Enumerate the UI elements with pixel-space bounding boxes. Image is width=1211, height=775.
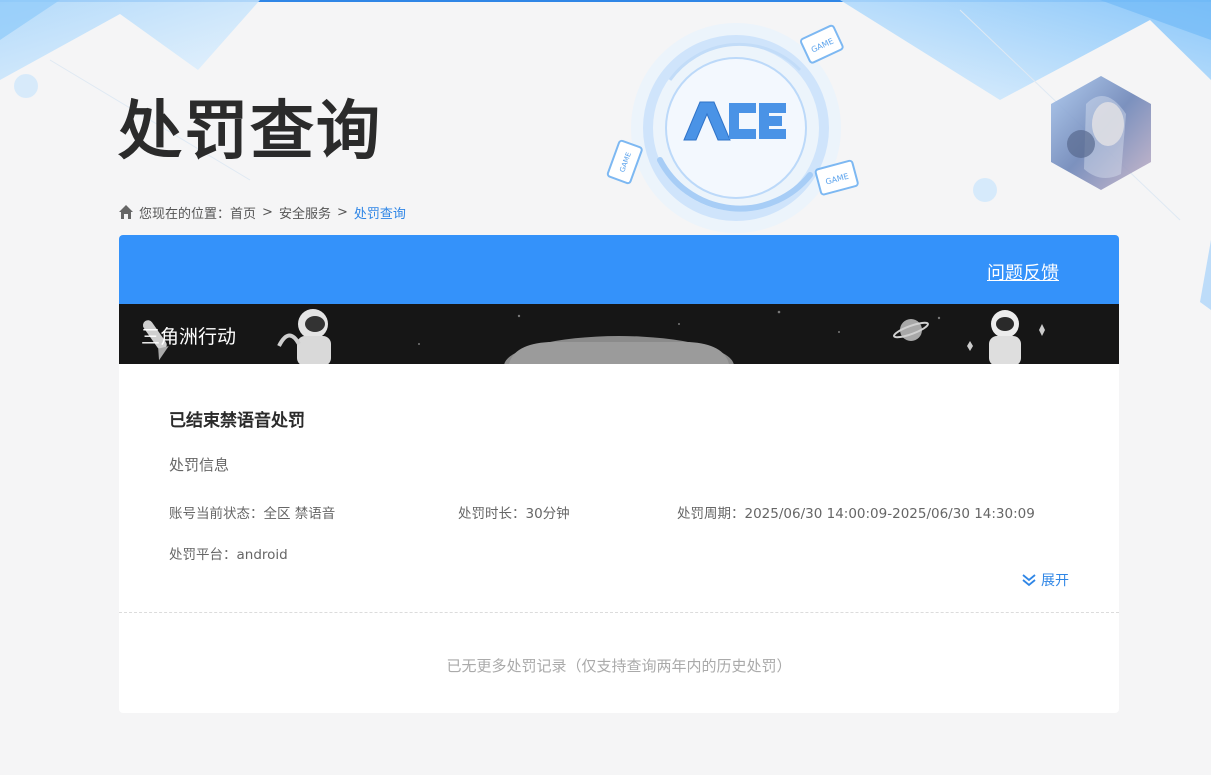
- avatar-image: [1046, 74, 1156, 192]
- penalty-duration-key: 处罚时长：: [458, 506, 526, 522]
- penalty-record: 已结束禁语音处罚 处罚信息 账号当前状态：全区 禁语音 处罚时长：30分钟 处罚…: [119, 364, 1119, 613]
- card-header: 问题反馈: [119, 235, 1119, 304]
- penalty-platform-key: 处罚平台：: [169, 547, 237, 563]
- feedback-link[interactable]: 问题反馈: [987, 259, 1059, 285]
- home-icon[interactable]: [118, 204, 134, 220]
- penalty-period: 处罚周期：2025/06/30 14:00:09-2025/06/30 14:3…: [677, 502, 1035, 522]
- breadcrumb: 您现在的位置： 首页 > 安全服务 > 处罚查询: [118, 202, 406, 222]
- banner-artwork: [142, 309, 1045, 364]
- penalty-platform: 处罚平台：android: [169, 543, 288, 563]
- top-accent-line: [0, 0, 1211, 2]
- penalty-duration-value: 30分钟: [525, 506, 570, 522]
- breadcrumb-prefix: 您现在的位置：: [139, 206, 231, 222]
- penalty-period-key: 处罚周期：: [677, 506, 745, 522]
- record-title: 已结束禁语音处罚: [169, 411, 305, 431]
- penalty-period-value: 2025/06/30 14:00:09-2025/06/30 14:30:09: [744, 506, 1035, 522]
- no-more-records-note: 已无更多处罚记录（仅支持查询两年内的历史处罚）: [446, 657, 792, 675]
- breadcrumb-current: 处罚查询: [353, 206, 406, 222]
- account-status: 账号当前状态：全区 禁语音: [169, 502, 335, 522]
- penalty-info-label: 处罚信息: [169, 456, 230, 474]
- expand-button[interactable]: 展开: [1021, 570, 1069, 590]
- breadcrumb-security-service[interactable]: 安全服务: [279, 203, 331, 222]
- account-status-key: 账号当前状态：: [169, 506, 264, 522]
- account-status-value: 全区 禁语音: [263, 506, 336, 522]
- game-name: 三角洲行动: [141, 326, 237, 348]
- ace-logo-icon: GAME GAME GAME: [600, 10, 870, 235]
- breadcrumb-separator: >: [262, 204, 273, 220]
- penalty-card: 问题反馈 三角洲行动 已结束禁语音处罚 处罚信息 账号当前状态：全区 禁语音 处…: [119, 235, 1119, 713]
- expand-label: 展开: [1041, 573, 1069, 589]
- game-banner: 三角洲行动: [119, 304, 1119, 364]
- breadcrumb-separator: >: [336, 204, 348, 220]
- breadcrumb-home[interactable]: 首页: [230, 203, 256, 222]
- page-title: 处罚查询: [118, 95, 382, 169]
- penalty-duration: 处罚时长：30分钟: [458, 502, 570, 522]
- chevron-double-down-icon: [1021, 573, 1037, 587]
- penalty-platform-value: android: [236, 547, 288, 563]
